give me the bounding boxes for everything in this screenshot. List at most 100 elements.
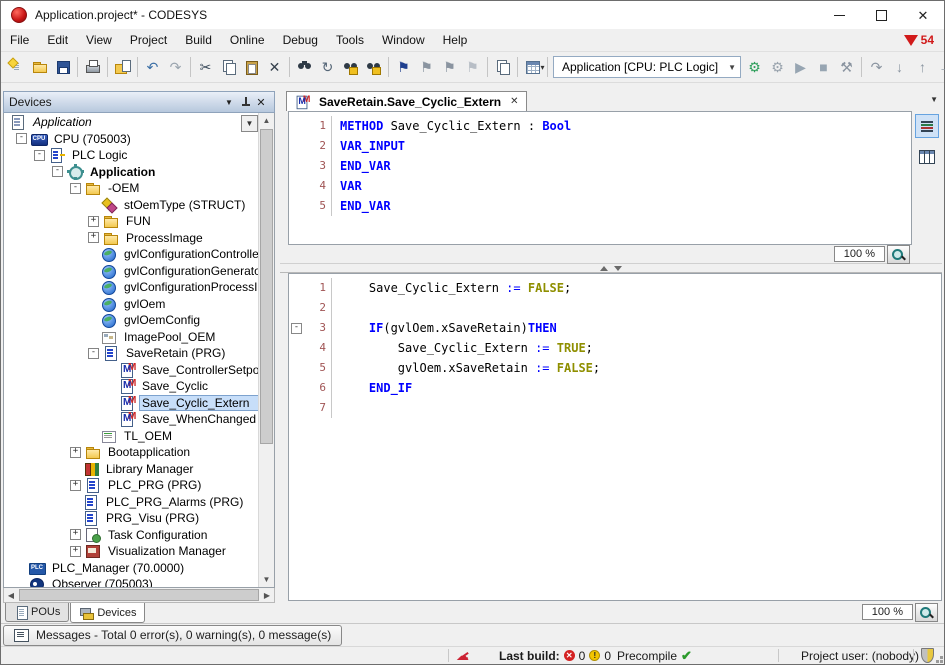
step-over-button[interactable]: ↷ bbox=[865, 56, 888, 79]
tree-item-gvlconfigurationprocessimage[interactable]: gvlConfigurationProcessImage bbox=[4, 279, 259, 296]
open-project-button[interactable] bbox=[28, 56, 51, 79]
tree-item-gvlconfigurationcontroller[interactable]: gvlConfigurationController bbox=[4, 246, 259, 263]
tree-item-save-whenchanged[interactable]: Save_WhenChanged bbox=[4, 411, 259, 428]
undo-button[interactable]: ↶ bbox=[141, 56, 164, 79]
copy-button[interactable] bbox=[217, 56, 240, 79]
paste-button[interactable] bbox=[240, 56, 263, 79]
compare-objects-button[interactable] bbox=[491, 56, 514, 79]
declaration-zoom-level[interactable]: 100 % bbox=[834, 246, 885, 262]
tree-item-plc-manager-70-0000-[interactable]: PLC_Manager (70.0000) bbox=[4, 560, 259, 577]
expand-icon[interactable]: + bbox=[70, 529, 81, 540]
tree-horizontal-scrollbar[interactable]: ◀ ▶ bbox=[3, 588, 275, 603]
tree-item-observer-705003-[interactable]: Observer (705003) bbox=[4, 576, 259, 587]
tree-item-save-cyclic-extern[interactable]: Save_Cyclic_Extern bbox=[4, 395, 259, 412]
cut-button[interactable]: ✂ bbox=[194, 56, 217, 79]
expand-icon[interactable]: + bbox=[70, 546, 81, 557]
implementation-zoom-level[interactable]: 100 % bbox=[862, 604, 913, 620]
messages-window-tab[interactable]: Messages - Total 0 error(s), 0 warning(s… bbox=[3, 625, 342, 646]
scroll-down-arrow[interactable]: ▼ bbox=[259, 572, 274, 587]
expand-icon[interactable]: + bbox=[88, 216, 99, 227]
expand-icon[interactable]: + bbox=[88, 232, 99, 243]
expand-icon[interactable]: + bbox=[70, 447, 81, 458]
tree-item-saveretain-prg-[interactable]: -SaveRetain (PRG) bbox=[4, 345, 259, 362]
code-fold-icon[interactable]: - bbox=[291, 323, 302, 334]
tree-item-plc-prg-alarms-prg-[interactable]: PLC_PRG_Alarms (PRG) bbox=[4, 494, 259, 511]
start-button[interactable]: ▶ bbox=[789, 56, 812, 79]
menu-view[interactable]: View bbox=[77, 29, 121, 51]
tree-item-visualization-manager[interactable]: +Visualization Manager bbox=[4, 543, 259, 560]
incremental-search-button[interactable]: ↻ bbox=[316, 56, 339, 79]
notification-area[interactable]: 54 bbox=[904, 33, 944, 47]
tree-item-application[interactable]: -Application bbox=[4, 164, 259, 181]
print-button[interactable] bbox=[81, 56, 104, 79]
active-application-combo[interactable]: Application [CPU: PLC Logic]▼ bbox=[553, 56, 741, 78]
maximize-button[interactable] bbox=[860, 1, 902, 29]
collapse-icon[interactable]: - bbox=[34, 150, 45, 161]
menu-file[interactable]: File bbox=[1, 29, 38, 51]
project-archive-button[interactable] bbox=[111, 56, 134, 79]
bookmark-next-button[interactable]: ⚑ bbox=[438, 56, 461, 79]
delete-button[interactable]: ✕ bbox=[263, 56, 286, 79]
tab-list-dropdown[interactable]: ▼ bbox=[930, 95, 938, 104]
tree-item-save-cyclic[interactable]: Save_Cyclic bbox=[4, 378, 259, 395]
declaration-editor[interactable]: 1METHOD Save_Cyclic_Extern : Bool2VAR_IN… bbox=[288, 111, 912, 245]
editor-tab-close-icon[interactable]: ✕ bbox=[510, 96, 518, 107]
tree-item-plc-prg-prg-[interactable]: +PLC_PRG (PRG) bbox=[4, 477, 259, 494]
collapse-icon[interactable]: - bbox=[88, 348, 99, 359]
tree-item-save-controllersetpoint[interactable]: Save_ControllerSetpoint bbox=[4, 362, 259, 379]
implementation-editor[interactable]: 1 Save_Cyclic_Extern := FALSE;2-3 IF(gvl… bbox=[288, 273, 942, 601]
security-status[interactable] bbox=[921, 647, 934, 664]
tree-item-application[interactable]: Application bbox=[4, 114, 259, 131]
redo-button[interactable]: ↷ bbox=[164, 56, 187, 79]
hscroll-thumb[interactable] bbox=[19, 589, 259, 601]
menu-project[interactable]: Project bbox=[121, 29, 176, 51]
menu-tools[interactable]: Tools bbox=[327, 29, 373, 51]
stop-button[interactable]: ■ bbox=[812, 56, 835, 79]
resize-grip[interactable] bbox=[940, 660, 943, 663]
active-application-dropdown[interactable]: ▼ bbox=[241, 115, 258, 132]
editor-splitter[interactable] bbox=[280, 263, 942, 273]
login-button[interactable]: ⚙ bbox=[743, 56, 766, 79]
collapse-icon[interactable]: - bbox=[52, 166, 63, 177]
tree-item-fun[interactable]: +FUN bbox=[4, 213, 259, 230]
magnifier-icon[interactable] bbox=[887, 245, 910, 264]
build-button[interactable] bbox=[521, 56, 544, 79]
tree-item-prg-visu-prg-[interactable]: PRG_Visu (PRG) bbox=[4, 510, 259, 527]
tree-item-library-manager[interactable]: Library Manager bbox=[4, 461, 259, 478]
panel-menu-button[interactable]: ▼ bbox=[221, 94, 237, 110]
find-in-project-button[interactable] bbox=[339, 56, 362, 79]
tree-vertical-scrollbar[interactable]: ▲ ▼ bbox=[258, 113, 274, 587]
menu-window[interactable]: Window bbox=[373, 29, 434, 51]
step-into-button[interactable]: ↓ bbox=[888, 56, 911, 79]
tree-item-cpu-705003-[interactable]: -CPU (705003) bbox=[4, 131, 259, 148]
tree-item-bootapplication[interactable]: +Bootapplication bbox=[4, 444, 259, 461]
tree-item-task-configuration[interactable]: +Task Configuration bbox=[4, 527, 259, 544]
bookmarks-clear-button[interactable]: ⚑ bbox=[461, 56, 484, 79]
scroll-up-arrow[interactable]: ▲ bbox=[259, 113, 274, 128]
save-project-button[interactable] bbox=[51, 56, 74, 79]
collapse-icon[interactable]: - bbox=[70, 183, 81, 194]
scroll-right-arrow[interactable]: ▶ bbox=[260, 591, 274, 600]
scroll-left-arrow[interactable]: ◀ bbox=[4, 591, 18, 600]
panel-pin-button[interactable] bbox=[237, 94, 253, 110]
menu-help[interactable]: Help bbox=[434, 29, 477, 51]
close-button[interactable]: ✕ bbox=[902, 1, 944, 29]
tree-item-tl-oem[interactable]: TL_OEM bbox=[4, 428, 259, 445]
panel-close-button[interactable]: ✕ bbox=[253, 94, 269, 110]
scroll-thumb[interactable] bbox=[260, 129, 273, 444]
step-out-button[interactable]: ↑ bbox=[911, 56, 934, 79]
bookmark-toggle-button[interactable]: ⚑ bbox=[392, 56, 415, 79]
tree-item--oem[interactable]: --OEM bbox=[4, 180, 259, 197]
find-button[interactable] bbox=[293, 56, 316, 79]
menu-online[interactable]: Online bbox=[221, 29, 274, 51]
tree-item-imagepool-oem[interactable]: ImagePool_OEM bbox=[4, 329, 259, 346]
run-to-cursor-button[interactable]: → bbox=[934, 56, 945, 79]
textual-view-button[interactable] bbox=[915, 114, 939, 138]
minimize-button[interactable] bbox=[818, 1, 860, 29]
tree-item-processimage[interactable]: +ProcessImage bbox=[4, 230, 259, 247]
breakpoint-button[interactable]: ⚒ bbox=[835, 56, 858, 79]
menu-build[interactable]: Build bbox=[176, 29, 221, 51]
expand-icon[interactable]: + bbox=[70, 480, 81, 491]
tree-item-gvloemconfig[interactable]: gvlOemConfig bbox=[4, 312, 259, 329]
combo-dropdown-icon[interactable]: ▼ bbox=[728, 63, 736, 72]
